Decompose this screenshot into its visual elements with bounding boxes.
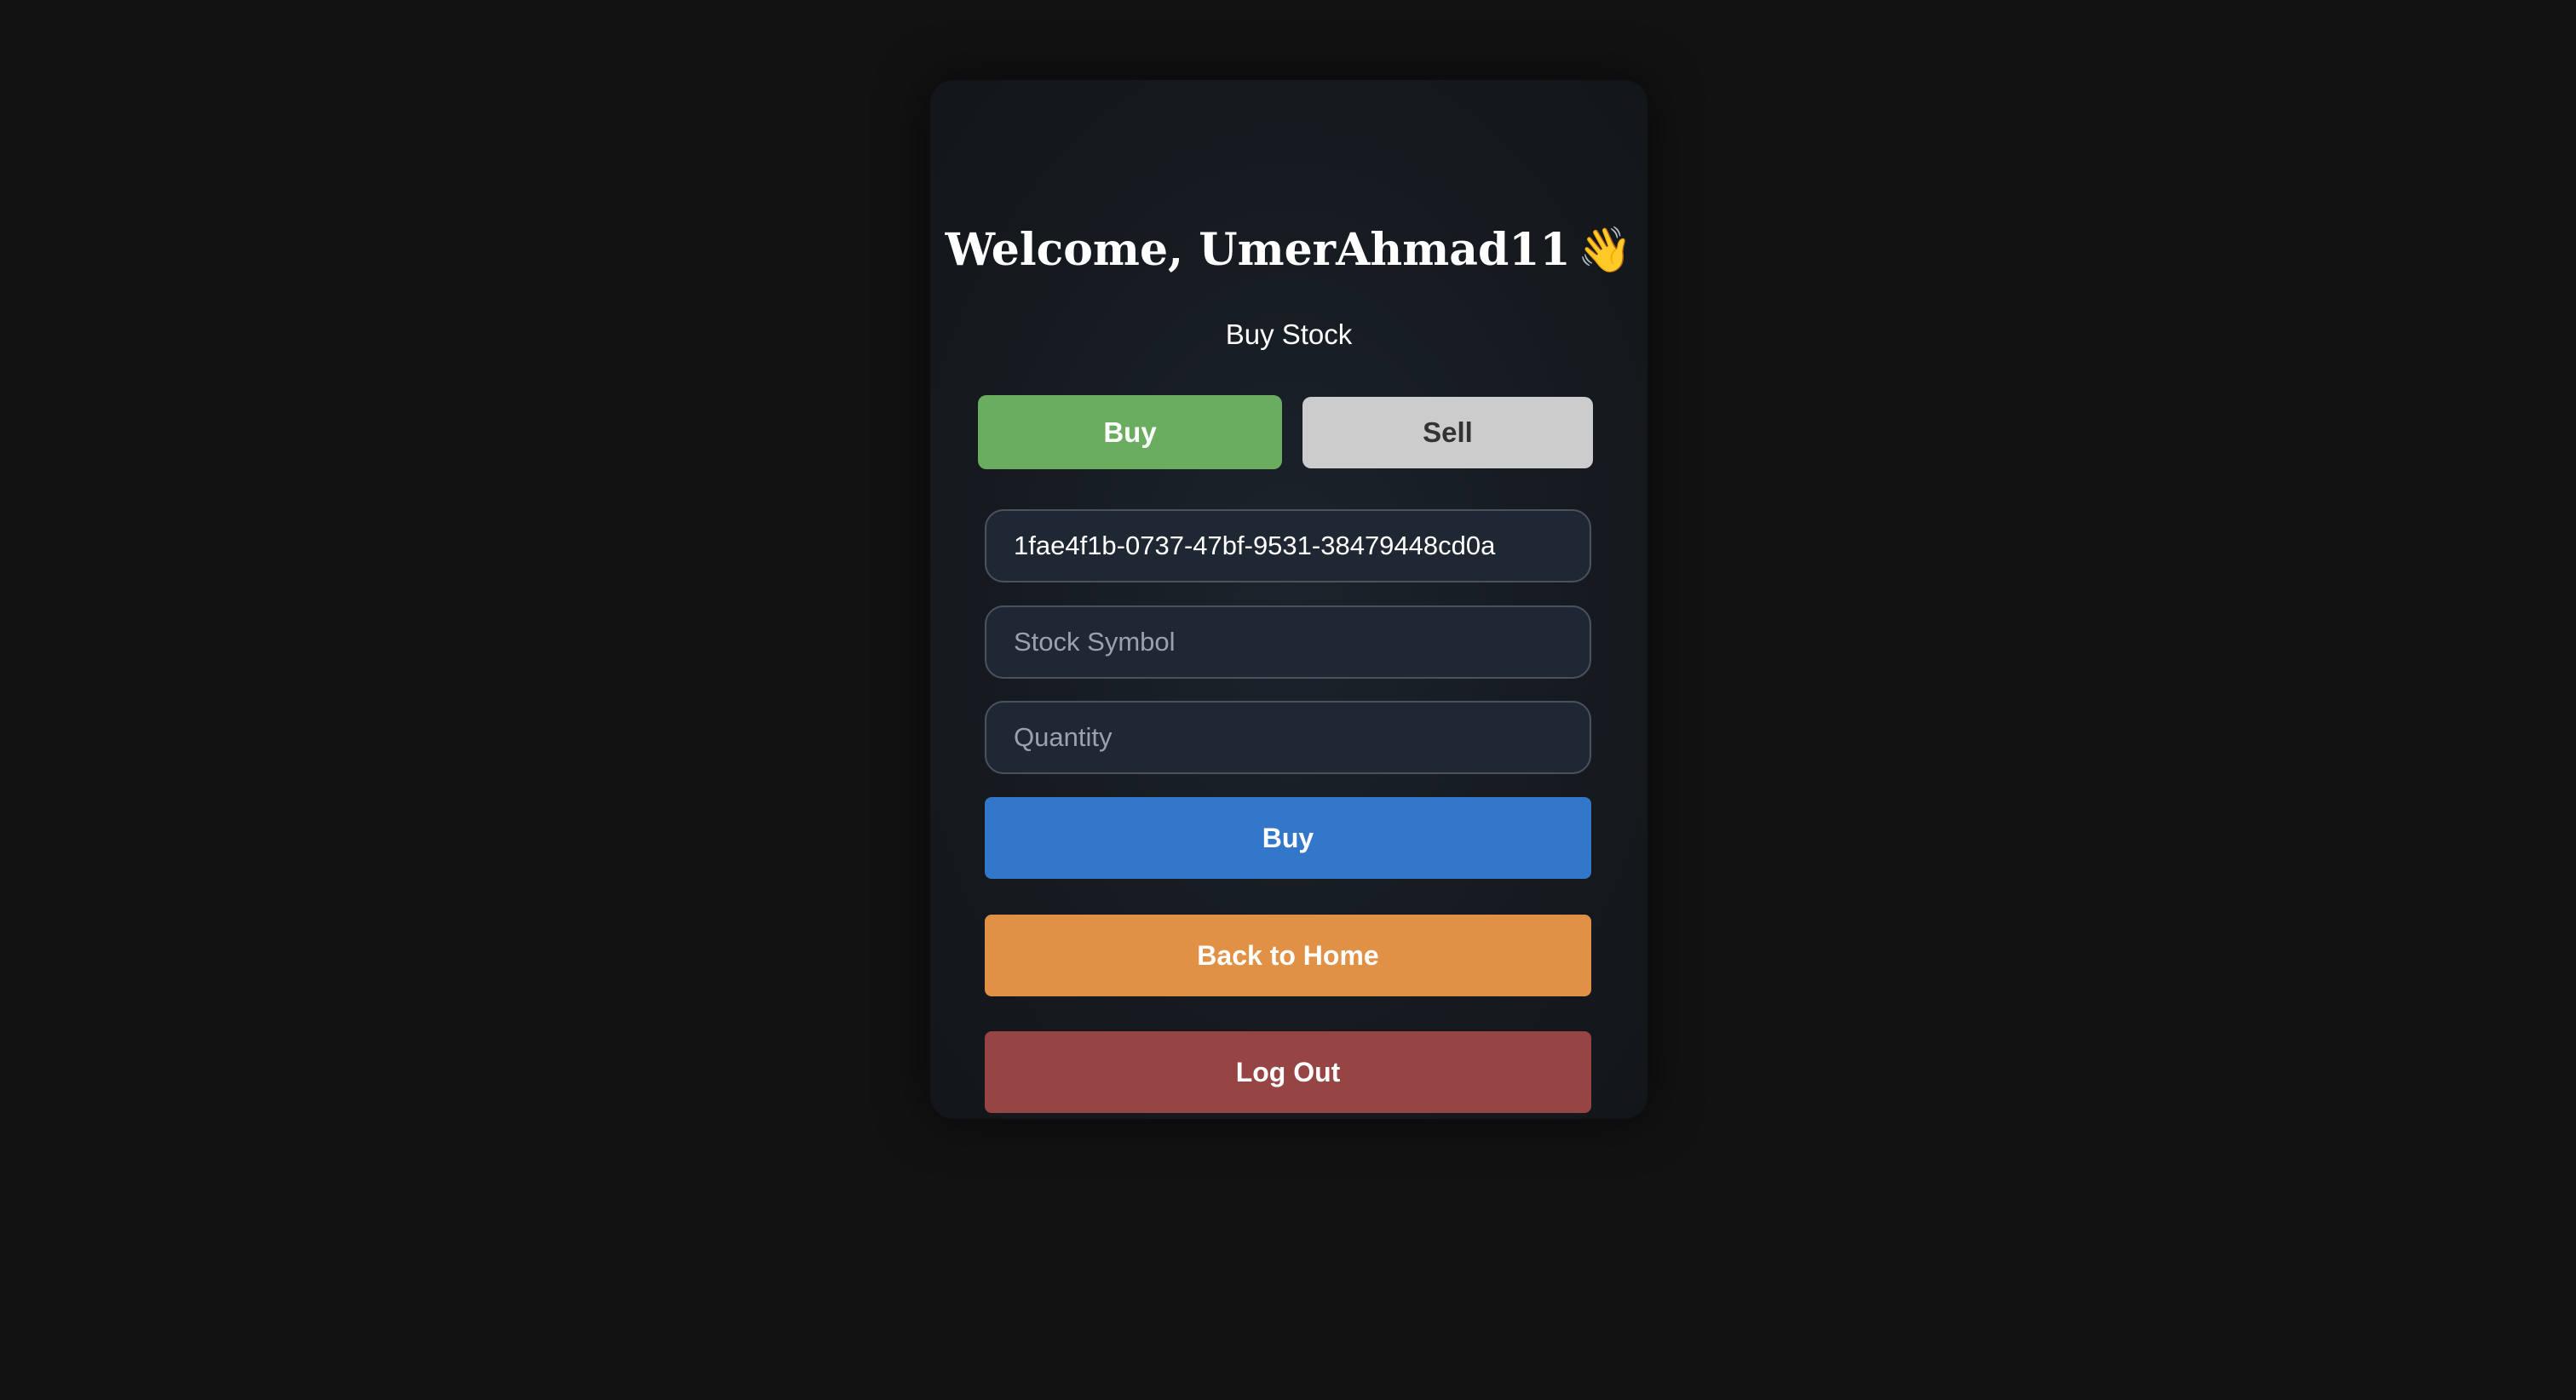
user-id-field[interactable] <box>985 509 1591 582</box>
log-out-button[interactable]: Log Out <box>985 1031 1591 1113</box>
back-to-home-button[interactable]: Back to Home <box>985 915 1591 996</box>
quantity-input[interactable] <box>985 701 1591 774</box>
page-subtitle: Buy Stock <box>1225 318 1353 350</box>
buy-submit-button[interactable]: Buy <box>985 797 1591 879</box>
buy-mode-button[interactable]: Buy <box>978 395 1282 469</box>
welcome-heading: Welcome, UmerAhmad11 👋 <box>930 215 1647 286</box>
waving-hand-icon: 👋 <box>1577 224 1633 276</box>
welcome-text: Welcome, UmerAhmad11 <box>945 224 1571 276</box>
trade-card: Welcome, UmerAhmad11 👋 Buy Stock Buy Sell… <box>930 80 1647 1119</box>
sell-mode-button[interactable]: Sell <box>1302 397 1593 468</box>
stock-symbol-input[interactable] <box>985 605 1591 679</box>
